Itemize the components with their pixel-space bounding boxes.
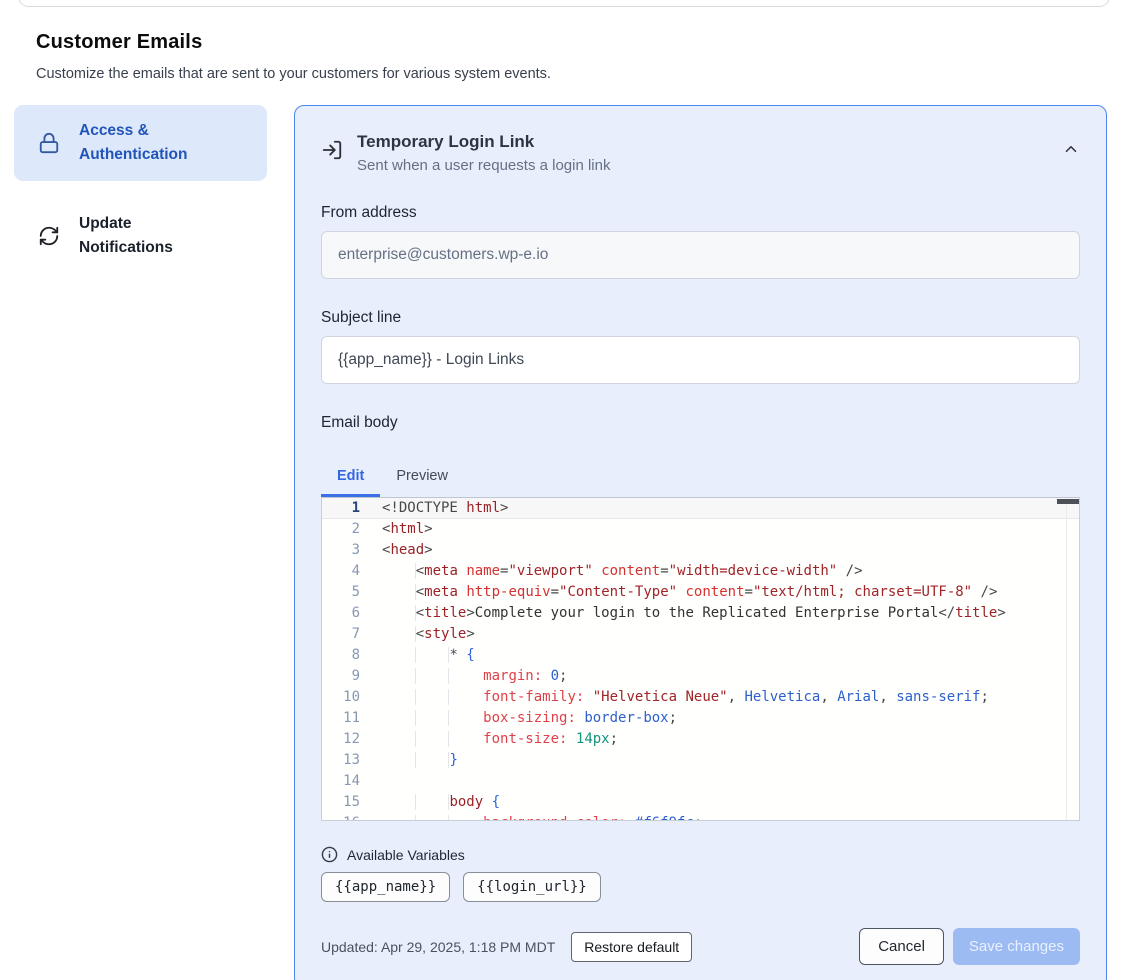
code-line: 7 <style> <box>322 624 1079 645</box>
line-number: 11 <box>330 708 360 729</box>
variable-chip-app-name[interactable]: {{app_name}} <box>321 872 450 902</box>
editor-scrollbar-track <box>1066 498 1067 820</box>
code-line: 6 <title>Complete your login to the Repl… <box>322 603 1079 624</box>
email-body-tabs: Edit Preview <box>321 459 1080 497</box>
panel-title: Temporary Login Link <box>357 132 610 152</box>
line-number: 4 <box>330 561 360 582</box>
code-line: 15 body { <box>322 792 1079 813</box>
save-changes-button[interactable]: Save changes <box>953 928 1080 965</box>
code-line: 5 <meta http-equiv="Content-Type" conten… <box>322 582 1079 603</box>
line-number: 12 <box>330 729 360 750</box>
line-number: 14 <box>330 771 360 792</box>
line-number: 6 <box>330 603 360 624</box>
line-number: 10 <box>330 687 360 708</box>
code-line: 9 margin: 0; <box>322 666 1079 687</box>
code-editor-lines: 1<!DOCTYPE html>2<html>3<head>4 <meta na… <box>322 498 1079 821</box>
email-settings-panel: Temporary Login Link Sent when a user re… <box>294 105 1107 980</box>
panel-footer: Updated: Apr 29, 2025, 1:18 PM MDT Resto… <box>321 928 1080 965</box>
lock-icon <box>38 132 60 154</box>
page-header: Customer Emails Customize the emails tha… <box>0 0 1128 82</box>
editor-scrollbar-thumb[interactable] <box>1057 499 1079 504</box>
line-number: 15 <box>330 792 360 813</box>
from-address-input[interactable] <box>321 231 1080 279</box>
subject-line-input[interactable] <box>321 336 1080 384</box>
available-variables-row: Available Variables <box>321 846 1080 863</box>
variable-chips: {{app_name}} {{login_url}} <box>321 872 1080 902</box>
code-line: 4 <meta name="viewport" content="width=d… <box>322 561 1079 582</box>
panel-header-text: Temporary Login Link Sent when a user re… <box>357 132 610 174</box>
from-address-label: From address <box>321 204 1080 222</box>
code-line: 12 font-size: 14px; <box>322 729 1079 750</box>
sidebar: Access & Authentication Update Notificat… <box>14 105 267 274</box>
cancel-button[interactable]: Cancel <box>859 928 944 965</box>
info-icon <box>321 846 338 863</box>
line-number: 5 <box>330 582 360 603</box>
log-in-icon <box>321 139 343 161</box>
code-line: 1<!DOCTYPE html> <box>322 498 1079 519</box>
sidebar-item-label: Update Notifications <box>79 212 229 260</box>
line-number: 3 <box>330 540 360 561</box>
updated-timestamp: Updated: Apr 29, 2025, 1:18 PM MDT <box>321 939 555 955</box>
line-number: 7 <box>330 624 360 645</box>
line-number: 8 <box>330 645 360 666</box>
restore-default-button[interactable]: Restore default <box>571 932 692 962</box>
subject-line-label: Subject line <box>321 309 1080 327</box>
code-line: 14 <box>322 771 1079 792</box>
refresh-icon <box>38 225 60 247</box>
code-line: 11 box-sizing: border-box; <box>322 708 1079 729</box>
tab-edit[interactable]: Edit <box>321 459 380 497</box>
code-line: 13 } <box>322 750 1079 771</box>
code-line: 16 background-color: #f6f9fc; <box>322 813 1079 821</box>
line-number: 2 <box>330 519 360 540</box>
code-line: 3<head> <box>322 540 1079 561</box>
line-number: 16 <box>330 813 360 821</box>
chevron-up-icon[interactable] <box>1062 140 1080 158</box>
line-number: 1 <box>330 498 360 519</box>
previous-card-bottom-edge <box>18 0 1110 7</box>
email-body-editor[interactable]: 1<!DOCTYPE html>2<html>3<head>4 <meta na… <box>321 497 1080 821</box>
page-title: Customer Emails <box>36 31 1092 54</box>
tab-preview[interactable]: Preview <box>380 459 464 497</box>
email-body-label: Email body <box>321 414 1080 432</box>
line-number: 9 <box>330 666 360 687</box>
code-line: 2<html> <box>322 519 1079 540</box>
sidebar-item-label: Access & Authentication <box>79 119 229 167</box>
code-line: 8 * { <box>322 645 1079 666</box>
content-area: Access & Authentication Update Notificat… <box>0 105 1128 980</box>
panel-header: Temporary Login Link Sent when a user re… <box>321 132 1080 174</box>
code-line: 10 font-family: "Helvetica Neue", Helvet… <box>322 687 1079 708</box>
sidebar-item-access-authentication[interactable]: Access & Authentication <box>14 105 267 181</box>
panel-subtitle: Sent when a user requests a login link <box>357 157 610 174</box>
available-variables-label: Available Variables <box>347 847 465 863</box>
footer-actions: Cancel Save changes <box>859 928 1080 965</box>
variable-chip-login-url[interactable]: {{login_url}} <box>463 872 601 902</box>
line-number: 13 <box>330 750 360 771</box>
page-subtitle: Customize the emails that are sent to yo… <box>36 66 1092 82</box>
sidebar-item-update-notifications[interactable]: Update Notifications <box>14 198 267 274</box>
